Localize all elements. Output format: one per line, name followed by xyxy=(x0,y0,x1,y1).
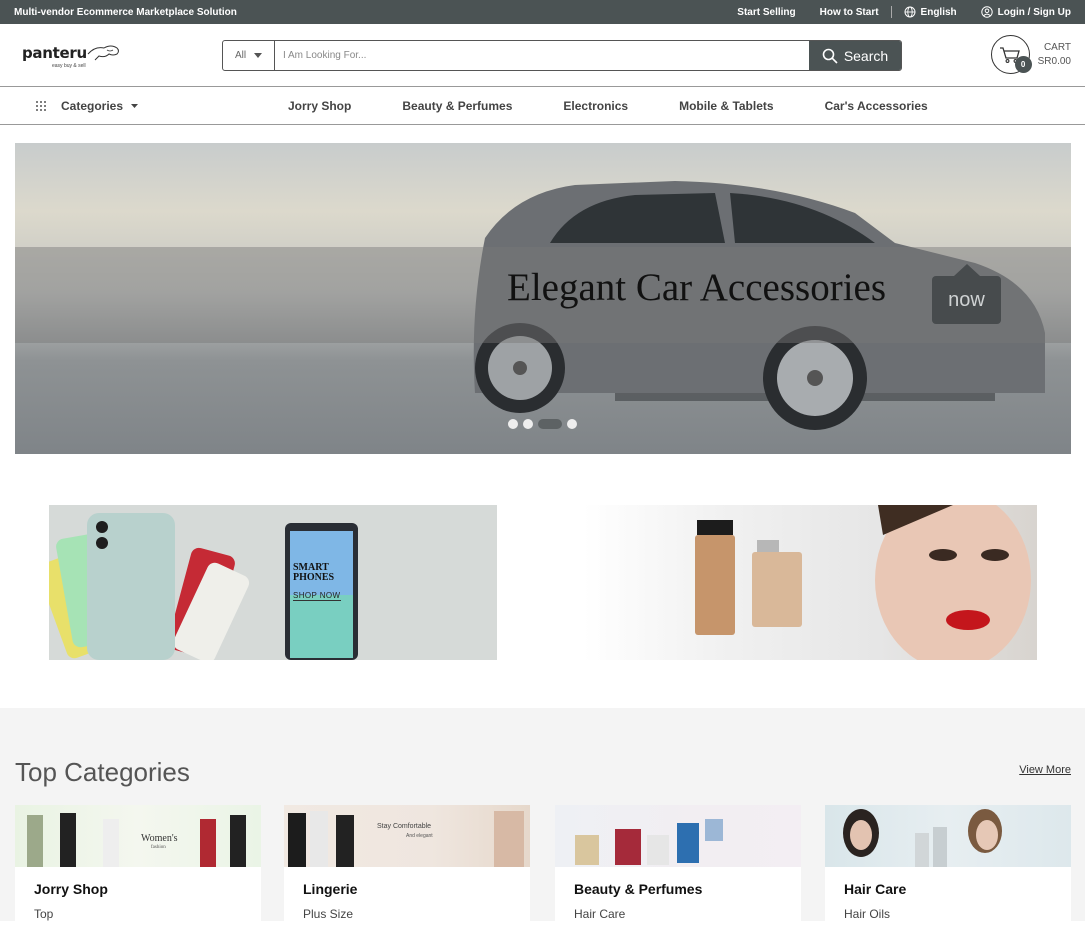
cart-icon-wrap: 0 xyxy=(990,35,1032,74)
hero-title: Elegant Car Accessories xyxy=(507,266,887,309)
cart-count-badge: 0 xyxy=(1014,56,1032,73)
hair-care-image xyxy=(843,809,1002,867)
phones-image xyxy=(49,513,358,660)
view-more-link[interactable]: View More xyxy=(1019,764,1071,776)
card-banner-subtext: And elegant xyxy=(406,833,433,839)
category-card-image: Women's fashion xyxy=(15,805,261,867)
header: panteru easy buy & sell All Search 0 CAR… xyxy=(0,24,1085,86)
beauty-promo-banner[interactable] xyxy=(583,505,1037,660)
user-icon xyxy=(980,6,993,18)
category-card-jorry-shop[interactable]: Women's fashion Jorry Shop Top xyxy=(15,805,261,935)
top-categories-section: Top Categories View More Women's fashion… xyxy=(0,708,1085,935)
category-card-image xyxy=(555,805,801,867)
category-card-title: Jorry Shop xyxy=(34,881,108,897)
smartphones-promo-banner[interactable]: SMART PHONES SHOP NOW xyxy=(49,505,497,660)
nav-link-electronics[interactable]: Electronics xyxy=(563,99,628,113)
nav-links: Jorry Shop Beauty & Perfumes Electronics… xyxy=(288,99,979,113)
nav-link-car-accessories[interactable]: Car's Accessories xyxy=(825,99,928,113)
how-to-start-link[interactable]: How to Start xyxy=(820,7,879,18)
categories-menu-button[interactable]: Categories xyxy=(35,98,139,113)
top-bar: Multi-vendor Ecommerce Marketplace Solut… xyxy=(0,0,1085,24)
cart[interactable]: 0 CART SR0.00 xyxy=(990,35,1071,74)
logo-text: panteru xyxy=(22,43,87,62)
search-input[interactable] xyxy=(275,41,809,70)
search-bar: All Search xyxy=(222,40,902,71)
nav-link-beauty-perfumes[interactable]: Beauty & Perfumes xyxy=(402,99,512,113)
search-button-label: Search xyxy=(843,47,889,64)
logo-tagline: easy buy & sell xyxy=(52,62,86,69)
grid-icon xyxy=(36,100,46,111)
login-label: Login / Sign Up xyxy=(997,6,1071,18)
category-card-hair-care[interactable]: Hair Care Hair Oils xyxy=(825,805,1071,935)
category-card-lingerie[interactable]: Stay Comfortable And elegant Lingerie Pl… xyxy=(284,805,530,935)
search-icon xyxy=(822,48,838,64)
site-tagline: Multi-vendor Ecommerce Marketplace Solut… xyxy=(14,6,237,18)
hero-banner[interactable]: Elegant Car Accessories now xyxy=(15,143,1071,454)
section-title: Top Categories xyxy=(15,757,190,787)
cart-total: SR0.00 xyxy=(1037,55,1071,67)
card-banner-text: Women's xyxy=(141,833,178,844)
globe-icon xyxy=(904,6,916,18)
women-fashion-image xyxy=(27,813,246,867)
perfumes-image xyxy=(575,819,723,865)
language-selector[interactable]: English xyxy=(904,6,957,18)
cart-summary: CART SR0.00 xyxy=(1038,41,1071,69)
caret-down-icon xyxy=(131,103,139,108)
top-bar-links: Start Selling How to Start English Login… xyxy=(713,6,1071,18)
site-logo[interactable]: panteru easy buy & sell xyxy=(22,42,132,69)
main-nav: Categories Jorry Shop Beauty & Perfumes … xyxy=(0,86,1085,125)
category-card-beauty-perfumes[interactable]: Beauty & Perfumes Hair Care xyxy=(555,805,801,935)
carousel-dot-4[interactable] xyxy=(567,419,577,429)
search-button[interactable]: Search xyxy=(809,41,901,70)
cosmetics-image xyxy=(695,505,1031,660)
hero-now-badge[interactable]: now xyxy=(932,264,1001,324)
category-card-title: Lingerie xyxy=(303,881,358,897)
cart-label: CART xyxy=(1043,41,1071,53)
category-card-image: Stay Comfortable And elegant xyxy=(284,805,530,867)
category-card-image xyxy=(825,805,1071,867)
category-card-subtitle: Plus Size xyxy=(303,907,354,921)
shop-now-link[interactable]: SHOP NOW xyxy=(293,591,341,601)
login-link[interactable]: Login / Sign Up xyxy=(980,6,1071,18)
carousel-dots xyxy=(508,419,577,429)
language-label: English xyxy=(920,6,957,18)
carousel-dot-3[interactable] xyxy=(538,419,562,429)
card-banner-text: Stay Comfortable xyxy=(377,823,432,830)
divider xyxy=(890,6,892,18)
category-card-title: Beauty & Perfumes xyxy=(574,881,703,897)
category-card-title: Hair Care xyxy=(844,881,907,897)
categories-label: Categories xyxy=(61,98,124,113)
search-category-select[interactable]: All xyxy=(223,41,275,70)
category-card-subtitle: Top xyxy=(34,907,54,921)
search-category-value: All xyxy=(234,50,247,61)
panther-logo-icon xyxy=(87,45,119,60)
nav-link-mobile-tablets[interactable]: Mobile & Tablets xyxy=(679,99,773,113)
nav-link-jorry-shop[interactable]: Jorry Shop xyxy=(288,99,351,113)
start-selling-link[interactable]: Start Selling xyxy=(737,7,795,18)
carousel-dot-1[interactable] xyxy=(508,419,518,429)
category-card-subtitle: Hair Care xyxy=(574,907,626,921)
carousel-dot-2[interactable] xyxy=(523,419,533,429)
card-banner-subtext: fashion xyxy=(151,845,166,850)
caret-down-icon xyxy=(254,53,263,58)
category-card-subtitle: Hair Oils xyxy=(844,907,891,921)
smartphones-title: SMART PHONES xyxy=(293,562,335,583)
